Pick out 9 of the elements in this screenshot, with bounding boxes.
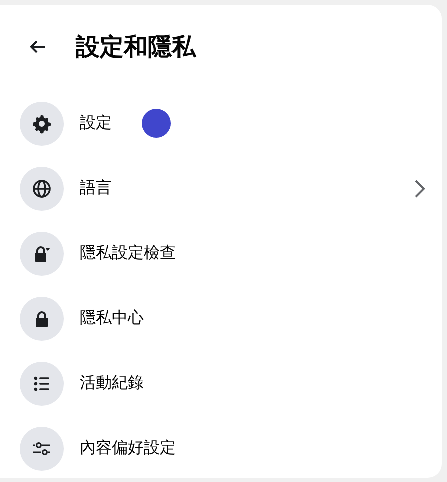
menu-item-label[interactable]: 活動紀錄: [80, 373, 144, 394]
menu-item-label[interactable]: 內容偏好設定: [80, 438, 176, 459]
menu-item-label[interactable]: 語言: [80, 178, 112, 199]
menu-item-label[interactable]: 隱私設定檢查: [80, 243, 176, 264]
panel-title: 設定和隱私: [76, 32, 196, 63]
gear-icon: [32, 114, 52, 134]
menu-item-label[interactable]: 隱私中心: [80, 308, 144, 329]
globe-icon: [32, 178, 52, 198]
menu-item-label[interactable]: 設定: [80, 113, 112, 134]
